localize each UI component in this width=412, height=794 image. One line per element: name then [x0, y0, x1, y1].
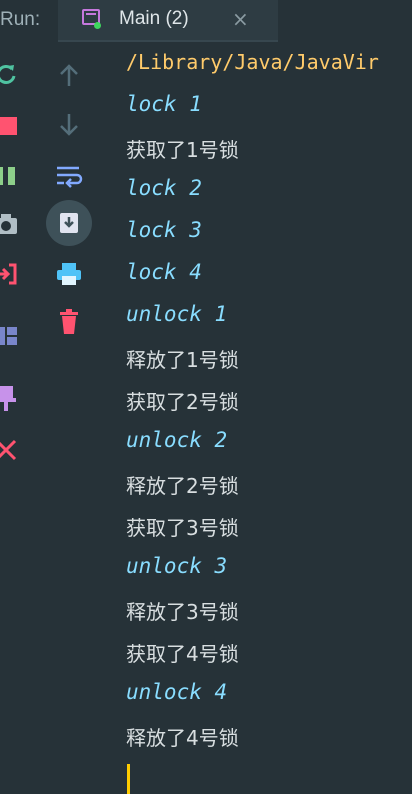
run-toolbar-right — [34, 42, 104, 794]
text-caret — [127, 764, 130, 794]
message-output-line: 释放了4号锁 — [126, 726, 239, 750]
pause-icon[interactable] — [0, 162, 20, 190]
arrow-up-icon[interactable] — [55, 62, 83, 90]
close-icon[interactable] — [0, 436, 20, 464]
message-output-line: 获取了4号锁 — [126, 642, 239, 666]
trash-icon[interactable] — [55, 308, 83, 336]
message-output-line: 释放了2号锁 — [126, 474, 239, 498]
lock-output-line: unlock 2 — [126, 428, 228, 452]
close-tab-icon[interactable]: × — [232, 7, 249, 31]
run-toolbar-left — [0, 42, 34, 794]
message-output-line: 获取了1号锁 — [126, 138, 239, 162]
scroll-to-end-icon[interactable] — [46, 200, 92, 246]
soft-wrap-icon[interactable] — [55, 162, 83, 190]
lock-output-line: lock 3 — [126, 218, 202, 242]
rerun-icon[interactable] — [0, 60, 20, 88]
run-toolwindow-header: Run: Main (2) × — [0, 0, 412, 42]
message-output-line: 释放了3号锁 — [126, 600, 239, 624]
stop-icon[interactable] — [0, 112, 22, 140]
lock-output-line: lock 4 — [126, 260, 202, 284]
running-indicator-icon — [94, 22, 101, 29]
lock-output-line: unlock 1 — [126, 302, 228, 326]
message-output-line: 获取了2号锁 — [126, 390, 239, 414]
arrow-down-icon[interactable] — [55, 110, 83, 138]
layout-icon[interactable] — [0, 322, 20, 350]
command-path-line: /Library/Java/JavaVir — [126, 50, 379, 74]
tab-label: Main (2) — [119, 8, 189, 29]
lock-output-line: unlock 4 — [126, 680, 228, 704]
pin-icon[interactable] — [0, 384, 20, 412]
camera-icon[interactable] — [0, 210, 20, 238]
lock-output-line: unlock 3 — [126, 554, 228, 578]
lock-output-line: lock 1 — [126, 92, 202, 116]
message-output-line: 释放了1号锁 — [126, 348, 239, 372]
exit-icon[interactable] — [0, 260, 20, 288]
message-output-line: 获取了3号锁 — [126, 516, 239, 540]
tab-main[interactable]: Main (2) × — [58, 0, 278, 42]
run-label: Run: — [0, 9, 41, 30]
console-output[interactable]: /Library/Java/JavaVir lock 1 获取了1号锁 lock 2 l… — [126, 42, 412, 794]
lock-output-line: lock 2 — [126, 176, 202, 200]
print-icon[interactable] — [55, 260, 83, 288]
